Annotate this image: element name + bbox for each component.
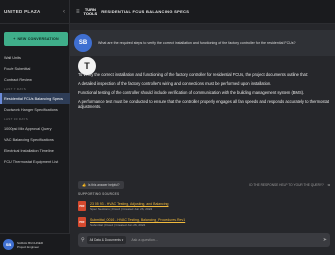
- source-meta: Submittal | Fixed | Created Jun 26, 2024: [90, 222, 146, 227]
- sidebar-item[interactable]: FCU Thermostat Equipment List: [0, 156, 70, 167]
- user-role: Project Engineer: [17, 244, 40, 249]
- question-input[interactable]: Ask a question...: [131, 238, 322, 242]
- document-scope-select[interactable]: All Data & Documents ▾: [86, 236, 127, 244]
- response-id: ID THE RESPONSE HELP TO YOUR THE QUERY?: [249, 183, 324, 187]
- source-item[interactable]: PDF 23 05 93 - HVAC Testing, Adjusting, …: [78, 200, 228, 212]
- sidebar-item-active[interactable]: Residential FCUs Balancing Specs: [0, 93, 70, 104]
- answer-paragraph: A performance test must be conducted to …: [78, 98, 330, 110]
- project-title: UNITED PLAZA: [4, 9, 41, 14]
- sidebar-item[interactable]: Electrical Installation Timeline: [0, 145, 70, 156]
- document-scope-label: All Data & Documents: [89, 238, 121, 242]
- logo: TURN TOOLS: [84, 8, 98, 15]
- sidebar-item-label: Contract Review: [4, 77, 32, 82]
- sidebar-item-label: 1000psi Mix Approval Query: [4, 126, 52, 131]
- chat-area: SB What are the required steps to verify…: [70, 24, 335, 255]
- helpful-label: Is this answer helpful?: [87, 183, 120, 187]
- sidebar-item[interactable]: Ductwork Hanger Specifications: [0, 104, 70, 115]
- filter-icon[interactable]: ⚲: [81, 237, 85, 243]
- source-item[interactable]: PDF Submittal_0016 - HVAC Testing, Balan…: [78, 216, 228, 228]
- sidebar: UNITED PLAZA ‹ + NEW CONVERSATION Wall U…: [0, 0, 70, 255]
- source-text: 23 05 93 - HVAC Testing, Adjusting, and …: [90, 202, 168, 211]
- pdf-icon: PDF: [78, 217, 86, 227]
- assistant-logo-icon: T: [84, 61, 90, 71]
- section-label: LAST 7 DAYS: [4, 87, 27, 91]
- source-title-link[interactable]: Submittal_0016 - HVAC Testing, Balancing…: [90, 218, 185, 222]
- plus-icon: +: [13, 37, 16, 41]
- response-meta: ID THE RESPONSE HELP TO YOUR THE QUERY? …: [249, 183, 330, 187]
- copy-icon[interactable]: ⧉: [328, 183, 330, 187]
- sources-heading: SUPPORTING SOURCES: [78, 192, 120, 196]
- avatar: SB: [3, 239, 14, 250]
- answer-paragraph: Functional testing of the controller sho…: [78, 89, 305, 95]
- sidebar-item-label: Wall Units: [4, 55, 21, 60]
- source-text: Submittal_0016 - HVAC Testing, Balancing…: [90, 218, 185, 227]
- sidebar-item-label: Electrical Installation Timeline: [4, 148, 54, 153]
- query-bar: ⚲ All Data & Documents ▾ Ask a question.…: [78, 233, 330, 247]
- send-icon[interactable]: ➤: [323, 237, 327, 243]
- collapse-sidebar-icon[interactable]: ‹: [63, 9, 65, 15]
- sidebar-item[interactable]: Fcu/e Submittal: [0, 63, 70, 74]
- new-conversation-label: NEW CONVERSATION: [17, 37, 59, 41]
- logo-line: TOOLS: [83, 10, 98, 16]
- avatar: SB: [74, 34, 92, 52]
- helpful-button[interactable]: 👍 Is this answer helpful?: [78, 181, 124, 189]
- user-question: What are the required steps to verify th…: [98, 41, 296, 45]
- user-name: SARAH BUCHNER: [17, 240, 44, 245]
- assistant-answer: To verify the correct installation and f…: [78, 72, 330, 113]
- sidebar-item[interactable]: VAC Balancing Specifications: [0, 134, 70, 145]
- menu-icon[interactable]: ≡: [76, 9, 80, 15]
- user-profile[interactable]: SB SARAH BUCHNER Project Engineer: [0, 233, 70, 255]
- sidebar-item-label: Ductwork Hanger Specifications: [4, 107, 58, 112]
- sidebar-item[interactable]: 1000psi Mix Approval Query: [0, 123, 70, 134]
- source-meta: Spec Sections | Fixed | Created Jun 26, …: [90, 206, 153, 211]
- project-header[interactable]: UNITED PLAZA ‹: [0, 0, 69, 24]
- thumbs-up-icon: 👍: [82, 183, 86, 187]
- top-bar: ≡ TURN TOOLS RESIDENTIAL FCUS BALANCING …: [70, 0, 335, 24]
- answer-actions: 👍 Is this answer helpful? ID THE RESPONSE…: [78, 181, 330, 189]
- sidebar-item-label: FCU Thermostat Equipment List: [4, 159, 59, 164]
- answer-paragraph: A detailed inspection of the factory con…: [78, 80, 272, 86]
- sidebar-item-label: Fcu/e Submittal: [4, 66, 31, 71]
- section-label: LAST 30 DAYS: [4, 117, 28, 121]
- sidebar-item[interactable]: Wall Units: [0, 52, 70, 63]
- source-title-link[interactable]: 23 05 93 - HVAC Testing, Adjusting, and …: [90, 202, 168, 206]
- pdf-icon: PDF: [78, 201, 86, 211]
- conversation-list: Wall Units Fcu/e Submittal Contract Revi…: [0, 52, 70, 167]
- user-info: SARAH BUCHNER Project Engineer: [17, 241, 43, 249]
- sidebar-item[interactable]: Contract Review: [0, 74, 70, 85]
- user-message: SB What are the required steps to verify…: [70, 30, 335, 56]
- sidebar-item-label: Residential FCUs Balancing Specs: [4, 96, 63, 101]
- sidebar-item-label: VAC Balancing Specifications: [4, 137, 54, 142]
- new-conversation-button[interactable]: + NEW CONVERSATION: [4, 32, 68, 46]
- conversation-title: RESIDENTIAL FCUS BALANCING SPECS: [101, 9, 190, 14]
- answer-paragraph: To verify the correct installation and f…: [78, 72, 309, 77]
